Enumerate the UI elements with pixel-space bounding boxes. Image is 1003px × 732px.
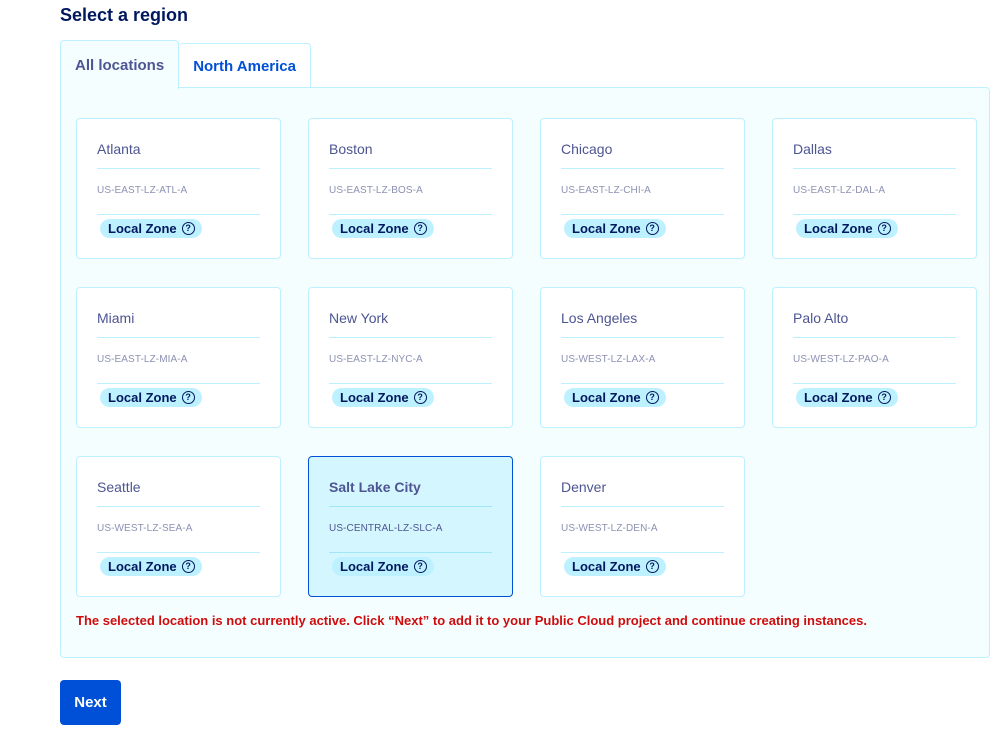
card-divider <box>329 168 492 169</box>
local-zone-badge: Local Zone? <box>100 557 202 576</box>
badge-label: Local Zone <box>340 559 409 574</box>
card-divider <box>561 337 724 338</box>
local-zone-badge: Local Zone? <box>100 219 202 238</box>
card-divider <box>97 383 260 384</box>
help-icon[interactable]: ? <box>645 560 659 573</box>
card-divider <box>97 506 260 507</box>
badge-label: Local Zone <box>804 221 873 236</box>
locations-panel: Atlanta US-EAST-LZ-ATL-A Local Zone? Boston… <box>60 87 990 658</box>
card-divider <box>97 552 260 553</box>
help-icon[interactable]: ? <box>181 391 195 404</box>
card-divider <box>561 506 724 507</box>
location-code: US-EAST-LZ-MIA-A <box>97 354 188 365</box>
location-name: Denver <box>561 479 607 495</box>
local-zone-badge: Local Zone? <box>332 219 434 238</box>
card-divider <box>329 337 492 338</box>
badge-label: Local Zone <box>572 390 641 405</box>
card-divider <box>97 168 260 169</box>
card-divider <box>329 506 492 507</box>
badge-label: Local Zone <box>804 390 873 405</box>
local-zone-badge: Local Zone? <box>796 388 898 407</box>
location-code: US-WEST-LZ-DEN-A <box>561 523 658 534</box>
badge-label: Local Zone <box>572 221 641 236</box>
card-divider <box>561 168 724 169</box>
location-code: US-CENTRAL-LZ-SLC-A <box>329 523 443 534</box>
card-divider <box>561 383 724 384</box>
location-code: US-EAST-LZ-DAL-A <box>793 185 886 196</box>
location-name: Chicago <box>561 141 613 157</box>
location-name: Miami <box>97 310 135 326</box>
card-divider <box>793 383 956 384</box>
local-zone-badge: Local Zone? <box>332 557 434 576</box>
help-icon[interactable]: ? <box>877 222 891 235</box>
badge-label: Local Zone <box>108 559 177 574</box>
location-code: US-EAST-LZ-NYC-A <box>329 354 423 365</box>
location-card[interactable]: Los Angeles US-WEST-LZ-LAX-A Local Zone? <box>540 287 745 428</box>
local-zone-badge: Local Zone? <box>564 219 666 238</box>
help-icon[interactable]: ? <box>181 222 195 235</box>
location-name: Atlanta <box>97 141 141 157</box>
help-icon[interactable]: ? <box>413 222 427 235</box>
location-card[interactable]: Salt Lake City US-CENTRAL-LZ-SLC-A Local Z… <box>308 456 513 597</box>
local-zone-badge: Local Zone? <box>332 388 434 407</box>
location-name: Boston <box>329 141 373 157</box>
card-divider <box>97 337 260 338</box>
location-name: Seattle <box>97 479 141 495</box>
location-name: Dallas <box>793 141 832 157</box>
card-divider <box>561 552 724 553</box>
local-zone-badge: Local Zone? <box>100 388 202 407</box>
card-divider <box>329 383 492 384</box>
help-icon[interactable]: ? <box>645 222 659 235</box>
local-zone-badge: Local Zone? <box>564 388 666 407</box>
location-card[interactable]: Miami US-EAST-LZ-MIA-A Local Zone? <box>76 287 281 428</box>
location-grid: Atlanta US-EAST-LZ-ATL-A Local Zone? Boston… <box>76 118 977 597</box>
help-icon[interactable]: ? <box>413 560 427 573</box>
card-divider <box>329 552 492 553</box>
inactive-location-warning: The selected location is not currently a… <box>76 613 867 628</box>
card-divider <box>561 214 724 215</box>
location-name: Los Angeles <box>561 310 638 326</box>
region-tabs: All locations North America <box>60 40 311 89</box>
badge-label: Local Zone <box>108 390 177 405</box>
location-code: US-EAST-LZ-ATL-A <box>97 185 188 196</box>
card-divider <box>97 214 260 215</box>
location-card[interactable]: Atlanta US-EAST-LZ-ATL-A Local Zone? <box>76 118 281 259</box>
location-card[interactable]: Dallas US-EAST-LZ-DAL-A Local Zone? <box>772 118 977 259</box>
card-divider <box>793 214 956 215</box>
card-divider <box>793 337 956 338</box>
card-divider <box>793 168 956 169</box>
location-name: New York <box>329 310 389 326</box>
badge-label: Local Zone <box>572 559 641 574</box>
location-code: US-WEST-LZ-PAO-A <box>793 354 889 365</box>
next-button[interactable]: Next <box>60 680 121 725</box>
location-code: US-EAST-LZ-BOS-A <box>329 185 423 196</box>
tab-north-america[interactable]: North America <box>179 43 311 88</box>
help-icon[interactable]: ? <box>877 391 891 404</box>
location-card[interactable]: Denver US-WEST-LZ-DEN-A Local Zone? <box>540 456 745 597</box>
help-icon[interactable]: ? <box>181 560 195 573</box>
location-card[interactable]: Boston US-EAST-LZ-BOS-A Local Zone? <box>308 118 513 259</box>
badge-label: Local Zone <box>108 221 177 236</box>
tab-all-locations[interactable]: All locations <box>60 40 180 89</box>
page-title: Select a region <box>60 5 189 25</box>
help-icon[interactable]: ? <box>413 391 427 404</box>
badge-label: Local Zone <box>340 390 409 405</box>
location-code: US-WEST-LZ-SEA-A <box>97 523 193 534</box>
badge-label: Local Zone <box>340 221 409 236</box>
location-code: US-EAST-LZ-CHI-A <box>561 185 651 196</box>
location-name: Salt Lake City <box>329 479 421 495</box>
help-icon[interactable]: ? <box>645 391 659 404</box>
local-zone-badge: Local Zone? <box>564 557 666 576</box>
location-card[interactable]: Seattle US-WEST-LZ-SEA-A Local Zone? <box>76 456 281 597</box>
location-name: Palo Alto <box>793 310 849 326</box>
location-card[interactable]: New York US-EAST-LZ-NYC-A Local Zone? <box>308 287 513 428</box>
location-card[interactable]: Chicago US-EAST-LZ-CHI-A Local Zone? <box>540 118 745 259</box>
local-zone-badge: Local Zone? <box>796 219 898 238</box>
card-divider <box>329 214 492 215</box>
location-card[interactable]: Palo Alto US-WEST-LZ-PAO-A Local Zone? <box>772 287 977 428</box>
location-code: US-WEST-LZ-LAX-A <box>561 354 656 365</box>
